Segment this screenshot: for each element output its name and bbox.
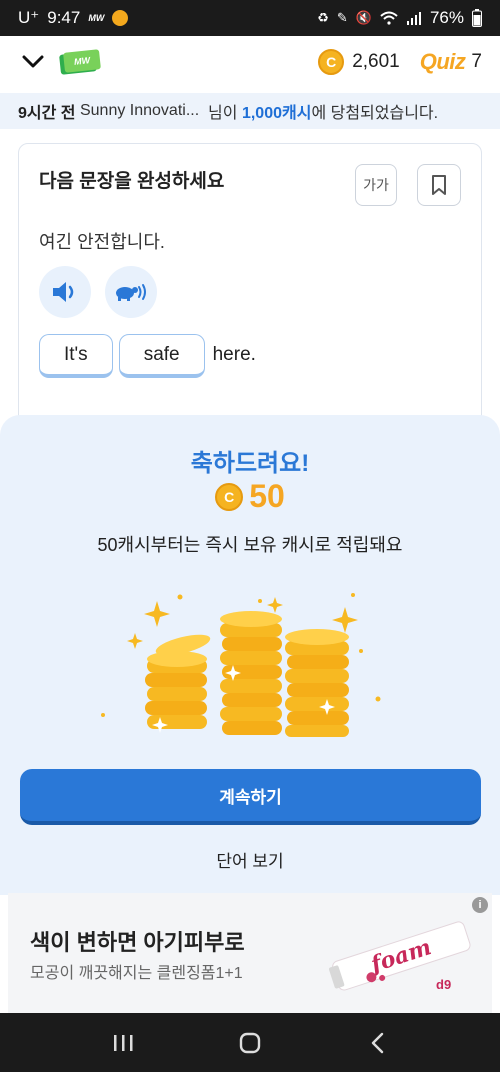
pen-icon: ✎ bbox=[336, 10, 348, 25]
continue-button[interactable]: 계속하기 bbox=[20, 769, 481, 825]
carrier-label: U⁺ bbox=[18, 8, 40, 27]
answer-words: It's safe here. bbox=[39, 334, 256, 378]
header-stats: C 2,601 Quiz 7 bbox=[318, 49, 482, 75]
congrats-title: 축하드려요! bbox=[190, 450, 310, 477]
view-word-link[interactable]: 단어 보기 bbox=[0, 847, 500, 872]
ad-banner[interactable]: i 색이 변하면 아기피부로 모공이 깨끗해지는 클렌징폼1+1 foam d9 bbox=[8, 893, 492, 1013]
winner-banner: 9시간 전 Sunny Innovati... 님이 1,000캐시 에 당첨되… bbox=[0, 93, 500, 129]
turtle-speaker-icon bbox=[116, 284, 146, 301]
banner-middle: 님이 bbox=[208, 105, 238, 122]
coin-stack-left bbox=[145, 634, 211, 729]
ad-brand-logo: d9 bbox=[436, 977, 452, 992]
banner-suffix: 에 당첨되었습니다. bbox=[311, 105, 439, 122]
back-button[interactable] bbox=[357, 1023, 397, 1063]
speaker-icon bbox=[53, 282, 74, 302]
clock: 9:47 bbox=[47, 8, 81, 27]
home-button[interactable] bbox=[230, 1023, 270, 1063]
mw-logo: MW bbox=[59, 49, 101, 75]
banner-time: 9시간 전 bbox=[18, 105, 76, 122]
font-size-button[interactable]: 가가 bbox=[355, 164, 397, 206]
ad-subtitle[interactable]: 모공이 깨끗해지는 클렌징폼1+1 bbox=[30, 959, 243, 983]
reward-description: 50캐시부터는 즉시 보유 캐시로 적립돼요 bbox=[97, 535, 403, 555]
status-right: ♻ ✎ 🔇 76% bbox=[317, 8, 482, 28]
signal-icon bbox=[406, 12, 421, 25]
banner-amount: 1,000캐시 bbox=[241, 105, 312, 122]
play-slow-audio-button[interactable] bbox=[105, 266, 157, 318]
recycle-icon: ♻ bbox=[317, 10, 329, 25]
bookmark-icon bbox=[432, 175, 446, 195]
coin-icon: C bbox=[215, 482, 244, 511]
recent-apps-button[interactable] bbox=[103, 1023, 143, 1063]
banner-user: Sunny Innovati... bbox=[79, 102, 200, 119]
status-bar: U⁺ 9:47 MW ♻ ✎ 🔇 76% bbox=[0, 0, 500, 36]
quiz-count: 7 bbox=[471, 51, 482, 72]
coin-notification-icon bbox=[112, 10, 129, 26]
back-icon bbox=[371, 1032, 383, 1053]
quiz-card: 다음 문장을 완성하세요 가가 여긴 안전합니다. It's safe here… bbox=[18, 143, 482, 443]
coin-stack-right bbox=[285, 629, 349, 737]
battery-icon bbox=[472, 9, 482, 27]
mw-logo-text: MW bbox=[63, 49, 101, 73]
fixed-word: here. bbox=[212, 344, 256, 365]
korean-sentence: 여긴 안전합니다. bbox=[39, 232, 165, 252]
coin-icon: C bbox=[318, 49, 345, 75]
word-chip[interactable]: It's bbox=[39, 334, 113, 378]
quiz-instruction: 다음 문장을 완성하세요 bbox=[39, 171, 225, 192]
coin-stacks-illustration bbox=[101, 593, 381, 737]
play-audio-button[interactable] bbox=[39, 266, 91, 318]
bookmark-button[interactable] bbox=[417, 164, 461, 206]
chevron-down-icon bbox=[22, 55, 44, 68]
mw-notification-icon: MW bbox=[88, 13, 105, 23]
reward-value: 50 bbox=[249, 478, 285, 514]
coin-balance[interactable]: 2,601 bbox=[352, 51, 400, 73]
recent-apps-icon bbox=[114, 1034, 133, 1051]
home-icon bbox=[239, 1032, 261, 1053]
battery-level: 76% bbox=[429, 8, 464, 27]
app-header: MW C 2,601 Quiz 7 bbox=[0, 36, 500, 88]
ad-title[interactable]: 색이 변하면 아기피부로 bbox=[30, 925, 245, 957]
word-chip[interactable]: safe bbox=[118, 334, 205, 378]
system-nav-bar bbox=[0, 1013, 500, 1072]
cleansing-foam-tube-image: foam bbox=[329, 921, 471, 991]
reward-amount: C 50 bbox=[0, 478, 500, 515]
reward-sheet: 축하드려요! C 50 50캐시부터는 즉시 보유 캐시로 적립돼요 계속하기 … bbox=[0, 415, 500, 895]
collapse-button[interactable] bbox=[18, 47, 48, 77]
quiz-logo[interactable]: Quiz bbox=[420, 49, 466, 75]
wifi-icon bbox=[380, 11, 398, 25]
status-left: U⁺ 9:47 MW bbox=[18, 8, 129, 28]
mute-icon: 🔇 bbox=[355, 10, 372, 25]
